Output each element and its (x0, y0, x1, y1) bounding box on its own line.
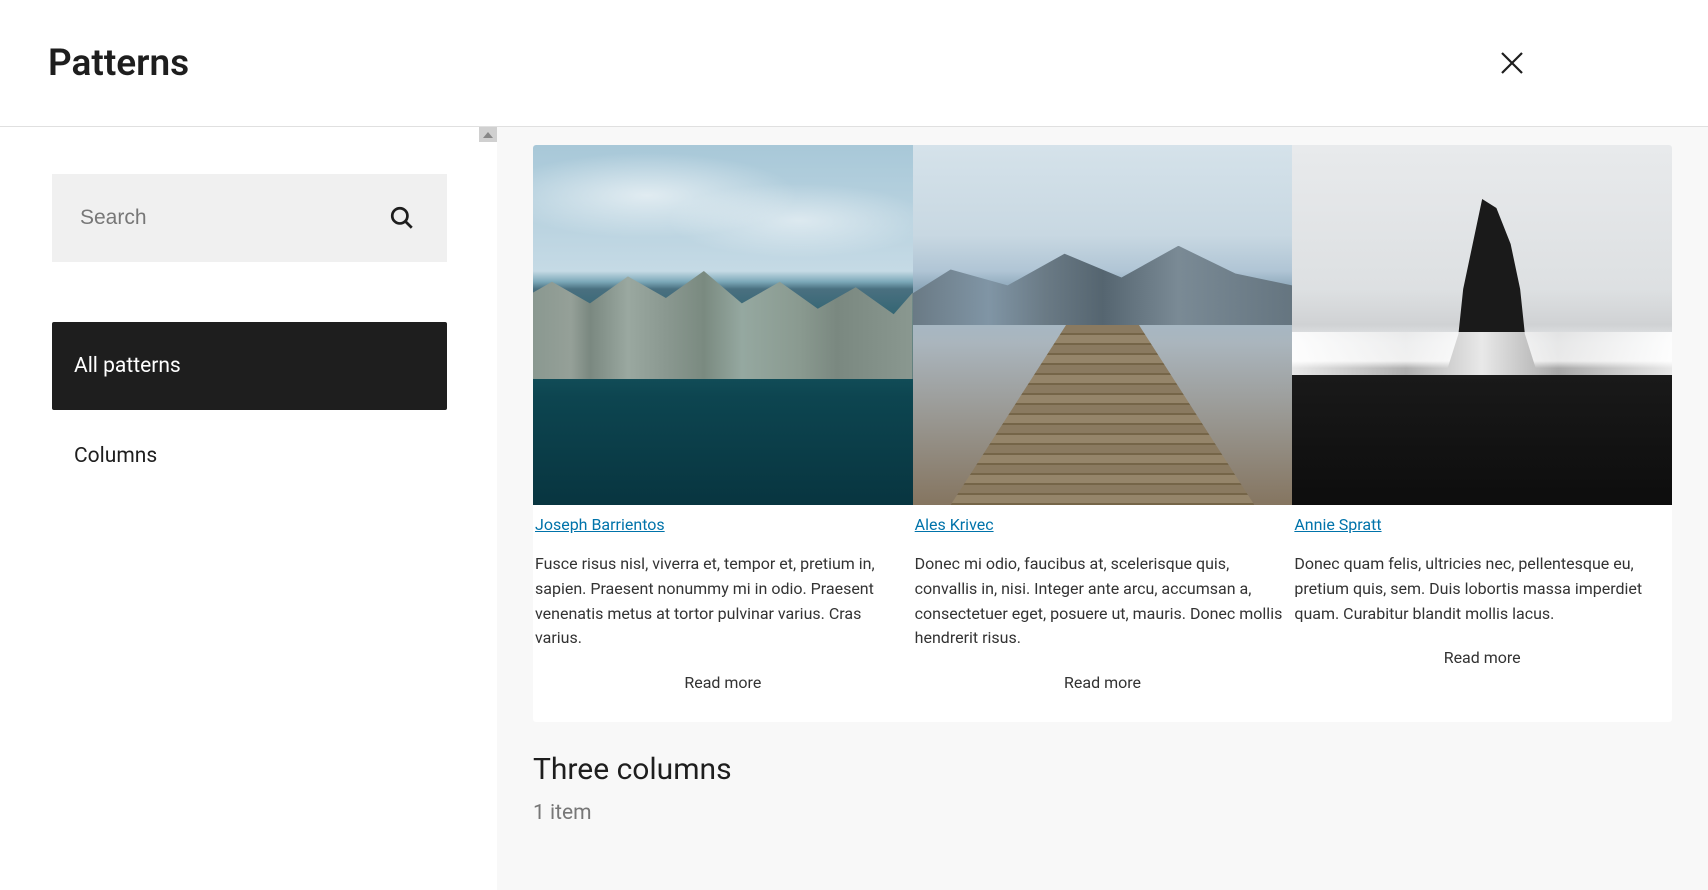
main-content: Joseph Barrientos Fusce risus nisl, vive… (497, 127, 1708, 890)
main-inner: Joseph Barrientos Fusce risus nisl, vive… (515, 145, 1690, 890)
pattern-preview-card[interactable]: Joseph Barrientos Fusce risus nisl, vive… (533, 145, 1672, 722)
section-count: 1 item (533, 801, 1690, 825)
author-link[interactable]: Ales Krivec (915, 515, 994, 534)
sidebar-item-label: Columns (74, 444, 157, 468)
search-input[interactable] (80, 206, 419, 230)
column-2: Ales Krivec Donec mi odio, faucibus at, … (913, 145, 1293, 722)
sidebar-item-all-patterns[interactable]: All patterns (52, 322, 447, 410)
column-image (913, 145, 1293, 505)
column-description: Fusce risus nisl, viverra et, tempor et,… (535, 552, 911, 651)
columns-row: Joseph Barrientos Fusce risus nisl, vive… (533, 145, 1672, 722)
sidebar-item-columns[interactable]: Columns (52, 412, 447, 500)
close-icon (1497, 48, 1527, 78)
author-link[interactable]: Joseph Barrientos (535, 515, 665, 534)
column-image (533, 145, 913, 505)
page-title: Patterns (48, 42, 189, 85)
column-content: Annie Spratt Donec quam felis, ultricies… (1292, 505, 1672, 697)
column-image (1292, 145, 1672, 505)
column-content: Ales Krivec Donec mi odio, faucibus at, … (913, 505, 1293, 722)
column-1: Joseph Barrientos Fusce risus nisl, vive… (533, 145, 913, 722)
search-icon (389, 205, 415, 231)
column-description: Donec quam felis, ultricies nec, pellent… (1294, 552, 1670, 626)
author-link[interactable]: Annie Spratt (1294, 515, 1381, 534)
header: Patterns (0, 0, 1708, 127)
read-more-link[interactable]: Read more (535, 673, 911, 692)
column-description: Donec mi odio, faucibus at, scelerisque … (915, 552, 1291, 651)
sidebar-item-label: All patterns (74, 354, 181, 378)
search-box (52, 174, 447, 262)
column-content: Joseph Barrientos Fusce risus nisl, vive… (533, 505, 913, 722)
scroll-up-indicator[interactable] (479, 127, 497, 142)
read-more-link[interactable]: Read more (915, 673, 1291, 692)
body: All patterns Columns Joseph Barrientos F… (0, 127, 1708, 890)
read-more-link[interactable]: Read more (1294, 648, 1670, 667)
close-button[interactable] (1494, 45, 1530, 81)
column-3: Annie Spratt Donec quam felis, ultricies… (1292, 145, 1672, 722)
sidebar: All patterns Columns (0, 127, 497, 890)
section-title: Three columns (533, 752, 1690, 787)
